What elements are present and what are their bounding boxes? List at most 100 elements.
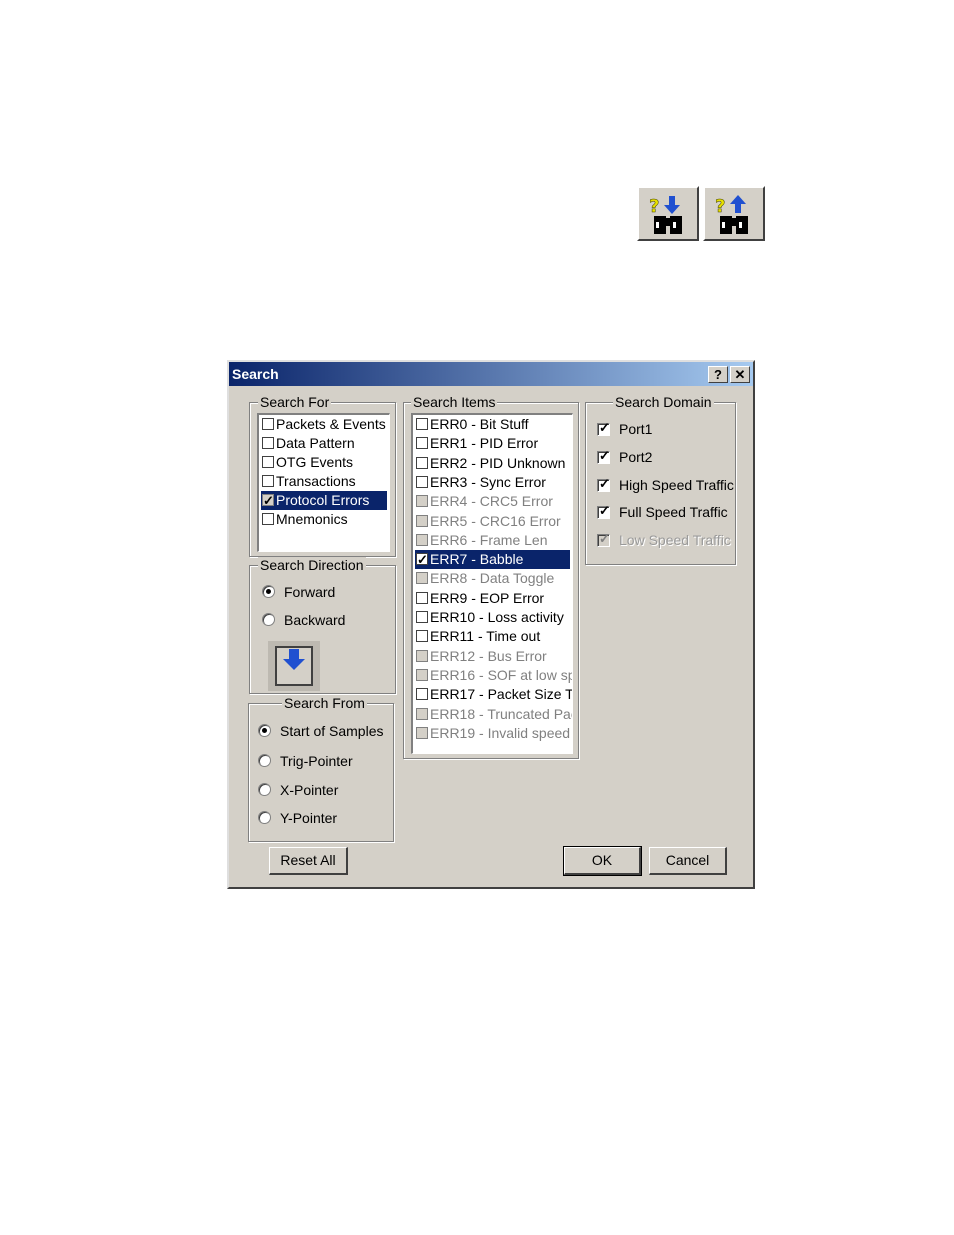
list-item[interactable]: ERR5 - CRC16 Error: [415, 512, 570, 531]
radio-label: Y-Pointer: [280, 810, 338, 826]
list-item-label: OTG Events: [276, 454, 354, 470]
list-item-checkbox[interactable]: [416, 533, 428, 546]
list-item[interactable]: ERR17 - Packet Size To: [415, 685, 573, 704]
cancel-button[interactable]: Cancel: [649, 847, 727, 875]
search-direction-group: Search Direction Forward Backward: [249, 557, 396, 694]
search-items-legend: Search Items: [411, 394, 498, 410]
search-domain-legend: Search Domain: [613, 394, 714, 410]
list-item-checkbox[interactable]: [416, 514, 428, 527]
list-item-label: ERR17 - Packet Size To: [430, 686, 573, 703]
list-item-checkbox[interactable]: [416, 611, 428, 623]
list-item[interactable]: ERR12 - Bus Error: [415, 647, 570, 666]
list-item-checkbox[interactable]: [262, 491, 274, 510]
search-backward-button[interactable]: ?: [703, 186, 765, 241]
list-item[interactable]: ERR2 - PID Unknown: [415, 454, 570, 473]
search-domain-group: Search Domain Port1 Port2 High Speed Traff…: [585, 394, 736, 565]
list-item[interactable]: ERR11 - Time out: [415, 627, 570, 646]
list-item[interactable]: Packets & Events: [261, 415, 387, 434]
checkbox[interactable]: [597, 531, 610, 547]
checkbox[interactable]: [597, 420, 610, 436]
list-item[interactable]: ERR10 - Loss activity: [415, 608, 570, 627]
list-item-checkbox[interactable]: [416, 630, 428, 643]
checkbox[interactable]: [597, 476, 610, 492]
list-item[interactable]: Mnemonics: [261, 510, 387, 529]
list-item-label: Packets & Events: [276, 416, 386, 432]
list-item-checkbox[interactable]: [416, 591, 428, 604]
list-item-checkbox[interactable]: [416, 418, 428, 430]
reset-all-button[interactable]: Reset All: [269, 847, 348, 875]
list-item-checkbox[interactable]: [416, 572, 428, 585]
list-item-label: ERR3 - Sync Error: [430, 473, 546, 490]
list-item-checkbox[interactable]: [416, 456, 428, 469]
list-item-label: ERR9 - EOP Error: [430, 589, 545, 606]
list-item-label: Data Pattern: [276, 435, 355, 451]
list-item[interactable]: ERR7 - Babble: [415, 550, 570, 570]
list-item[interactable]: ERR9 - EOP Error: [415, 589, 570, 608]
list-item[interactable]: ERR18 - Truncated Pack: [415, 705, 573, 724]
checkbox[interactable]: [597, 503, 610, 519]
radio-button[interactable]: [258, 754, 271, 767]
radio-label: X-Pointer: [280, 782, 339, 798]
list-item-checkbox[interactable]: [262, 437, 274, 449]
search-dialog: Search ? ✕ Search For Packets & Events Da…: [227, 360, 755, 889]
list-item-checkbox[interactable]: [416, 726, 428, 739]
radio-label: Start of Samples: [280, 723, 384, 739]
radio-label: Trig-Pointer: [280, 753, 353, 769]
list-item-label: ERR7 - Babble: [430, 551, 524, 568]
radio-button[interactable]: [262, 613, 275, 626]
list-item[interactable]: ERR0 - Bit Stuff: [415, 415, 570, 434]
list-item-label: ERR5 - CRC16 Error: [430, 512, 561, 529]
search-for-list[interactable]: Packets & Events Data Pattern OTG Events Tr…: [257, 413, 390, 552]
arrow-down-icon: [275, 646, 313, 686]
list-item-checkbox[interactable]: [262, 456, 274, 468]
radio-label: Backward: [284, 612, 346, 628]
binoculars-search-backward-icon: ?: [715, 195, 748, 234]
list-item-checkbox[interactable]: [262, 418, 274, 430]
checkbox-label: Port1: [619, 421, 653, 437]
search-from-legend: Search From: [282, 695, 367, 711]
list-item[interactable]: ERR1 - PID Error: [415, 434, 570, 453]
list-item[interactable]: ERR3 - Sync Error: [415, 473, 570, 492]
search-direction-button[interactable]: [268, 641, 320, 691]
list-item[interactable]: ERR16 - SOF at low spe: [415, 666, 572, 685]
list-item-checkbox[interactable]: [416, 437, 428, 450]
checkbox[interactable]: [597, 448, 610, 464]
list-item[interactable]: Data Pattern: [261, 434, 387, 453]
list-item-checkbox[interactable]: [416, 475, 428, 488]
list-item-checkbox[interactable]: [416, 550, 428, 569]
radio-label: Forward: [284, 584, 336, 600]
list-item[interactable]: Transactions: [261, 472, 387, 491]
list-item-label: ERR18 - Truncated Pack: [430, 705, 573, 722]
search-forward-button[interactable]: ?: [637, 186, 699, 241]
title-bar: Search ? ✕: [229, 362, 753, 386]
list-item-checkbox[interactable]: [416, 688, 428, 701]
list-item[interactable]: OTG Events: [261, 453, 387, 472]
radio-button[interactable]: [262, 585, 275, 598]
list-item-checkbox[interactable]: [416, 668, 428, 681]
ok-button[interactable]: OK: [563, 846, 642, 876]
search-from-group: Search From Start of Samples Trig-Pointer…: [248, 695, 394, 842]
radio-button[interactable]: [258, 811, 271, 824]
radio-button[interactable]: [258, 724, 271, 737]
list-item[interactable]: ERR8 - Data Toggle: [415, 569, 570, 588]
checkbox-label: High Speed Traffic: [619, 477, 734, 493]
list-item[interactable]: ERR6 - Frame Len: [415, 531, 570, 550]
list-item-checkbox[interactable]: [416, 649, 428, 662]
help-button[interactable]: ?: [708, 366, 728, 383]
list-item-label: ERR11 - Time out: [430, 628, 541, 645]
radio-button[interactable]: [258, 783, 271, 796]
list-item[interactable]: ERR19 - Invalid speed: [415, 724, 570, 743]
list-item-checkbox[interactable]: [262, 513, 274, 525]
search-items-list[interactable]: ERR0 - Bit Stuff ERR1 - PID Error ERR2 - P…: [411, 413, 573, 754]
list-item-checkbox[interactable]: [262, 475, 274, 487]
list-item-label: Protocol Errors: [276, 492, 370, 508]
list-item-label: ERR12 - Bus Error: [430, 647, 547, 664]
list-item-label: ERR2 - PID Unknown: [430, 454, 566, 471]
list-item-checkbox[interactable]: [416, 495, 428, 508]
close-button[interactable]: ✕: [730, 366, 750, 383]
list-item-checkbox[interactable]: [416, 707, 428, 720]
list-item[interactable]: ERR4 - CRC5 Error: [415, 492, 570, 511]
list-item-label: ERR10 - Loss activity: [430, 609, 564, 625]
list-item-label: ERR1 - PID Error: [430, 435, 539, 452]
list-item[interactable]: Protocol Errors: [261, 491, 387, 510]
